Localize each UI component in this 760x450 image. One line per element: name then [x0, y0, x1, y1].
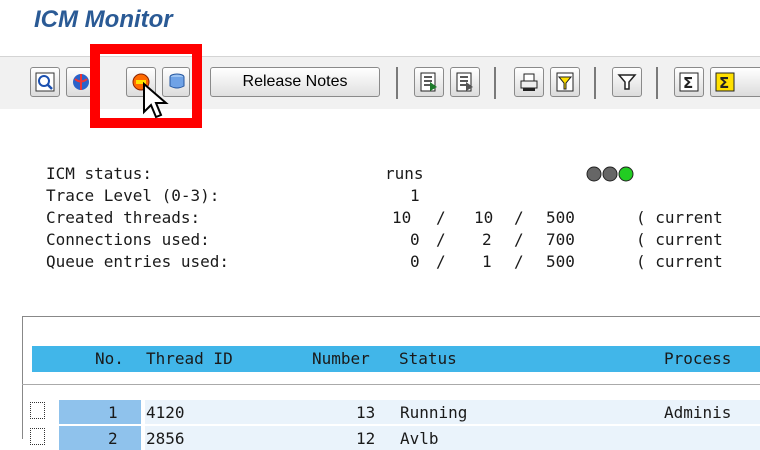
toolbar-separator [494, 67, 496, 99]
cell-no-bg [59, 400, 141, 424]
connections-used-note: ( current [636, 230, 723, 249]
table-divider [22, 384, 760, 385]
connections-used-peak: 2 [482, 230, 492, 249]
slash: / [514, 230, 524, 249]
icm-status-label: ICM status: [46, 164, 152, 183]
queue-entries-current: 0 [410, 252, 420, 271]
queue-entries-peak: 1 [482, 252, 492, 271]
cell-number: 13 [356, 403, 376, 422]
mouse-pointer-icon [142, 81, 170, 126]
connections-used-label: Connections used: [46, 230, 210, 249]
row-select-checkbox[interactable] [30, 428, 45, 445]
row-bg [145, 426, 760, 450]
column-header-thread-id[interactable]: Thread ID [146, 349, 233, 368]
svg-text:Σ: Σ [683, 74, 693, 92]
filter-button[interactable] [612, 67, 642, 97]
created-threads-peak: 10 [474, 208, 494, 227]
column-header-status[interactable]: Status [399, 349, 457, 368]
sum-button[interactable]: Σ [674, 67, 704, 97]
queue-entries-note: ( current [636, 252, 723, 271]
created-threads-current: 10 [392, 208, 412, 227]
toolbar-separator [656, 67, 658, 99]
cell-status: Running [400, 403, 468, 422]
slash: / [514, 208, 524, 227]
slash: / [436, 230, 446, 249]
details-button[interactable] [414, 67, 444, 97]
connections-used-max: 700 [546, 230, 575, 249]
toolbar-separator [396, 67, 398, 99]
status-traffic-light [586, 166, 640, 186]
cell-thread-id: 4120 [146, 403, 185, 422]
toolbar-separator [594, 67, 596, 99]
created-threads-note: ( current [636, 208, 723, 227]
page-title: ICM Monitor [34, 6, 173, 33]
slash: / [436, 208, 446, 227]
trace-level-label: Trace Level (0-3): [46, 186, 220, 205]
created-threads-label: Created threads: [46, 208, 201, 227]
svg-text:Σ: Σ [719, 74, 729, 92]
trace-level-value: 1 [410, 186, 420, 205]
icm-status-value: runs [385, 164, 424, 183]
cell-no: 1 [108, 403, 118, 422]
column-header-number[interactable]: Number [312, 349, 370, 368]
refresh-button[interactable] [30, 67, 60, 97]
queue-entries-label: Queue entries used: [46, 252, 230, 271]
table-border [22, 316, 760, 317]
cell-process: Adminis [664, 403, 732, 422]
subtotal-button[interactable]: Σ [710, 67, 760, 97]
slash: / [514, 252, 524, 271]
slash: / [436, 252, 446, 271]
list-button[interactable] [450, 67, 480, 97]
connections-used-current: 0 [410, 230, 420, 249]
release-notes-button[interactable]: Release Notes [210, 67, 380, 97]
queue-entries-max: 500 [546, 252, 575, 271]
created-threads-max: 500 [546, 208, 575, 227]
row-select-checkbox[interactable] [30, 402, 45, 419]
column-header-process[interactable]: Process [664, 349, 731, 368]
print-button[interactable] [514, 67, 544, 97]
filter-list-button[interactable] [550, 67, 580, 97]
column-header-no[interactable]: No. [95, 349, 124, 368]
cell-no-bg [59, 426, 141, 450]
table-border [22, 316, 23, 439]
table-header: No. Thread ID Number Status Process [32, 346, 760, 372]
